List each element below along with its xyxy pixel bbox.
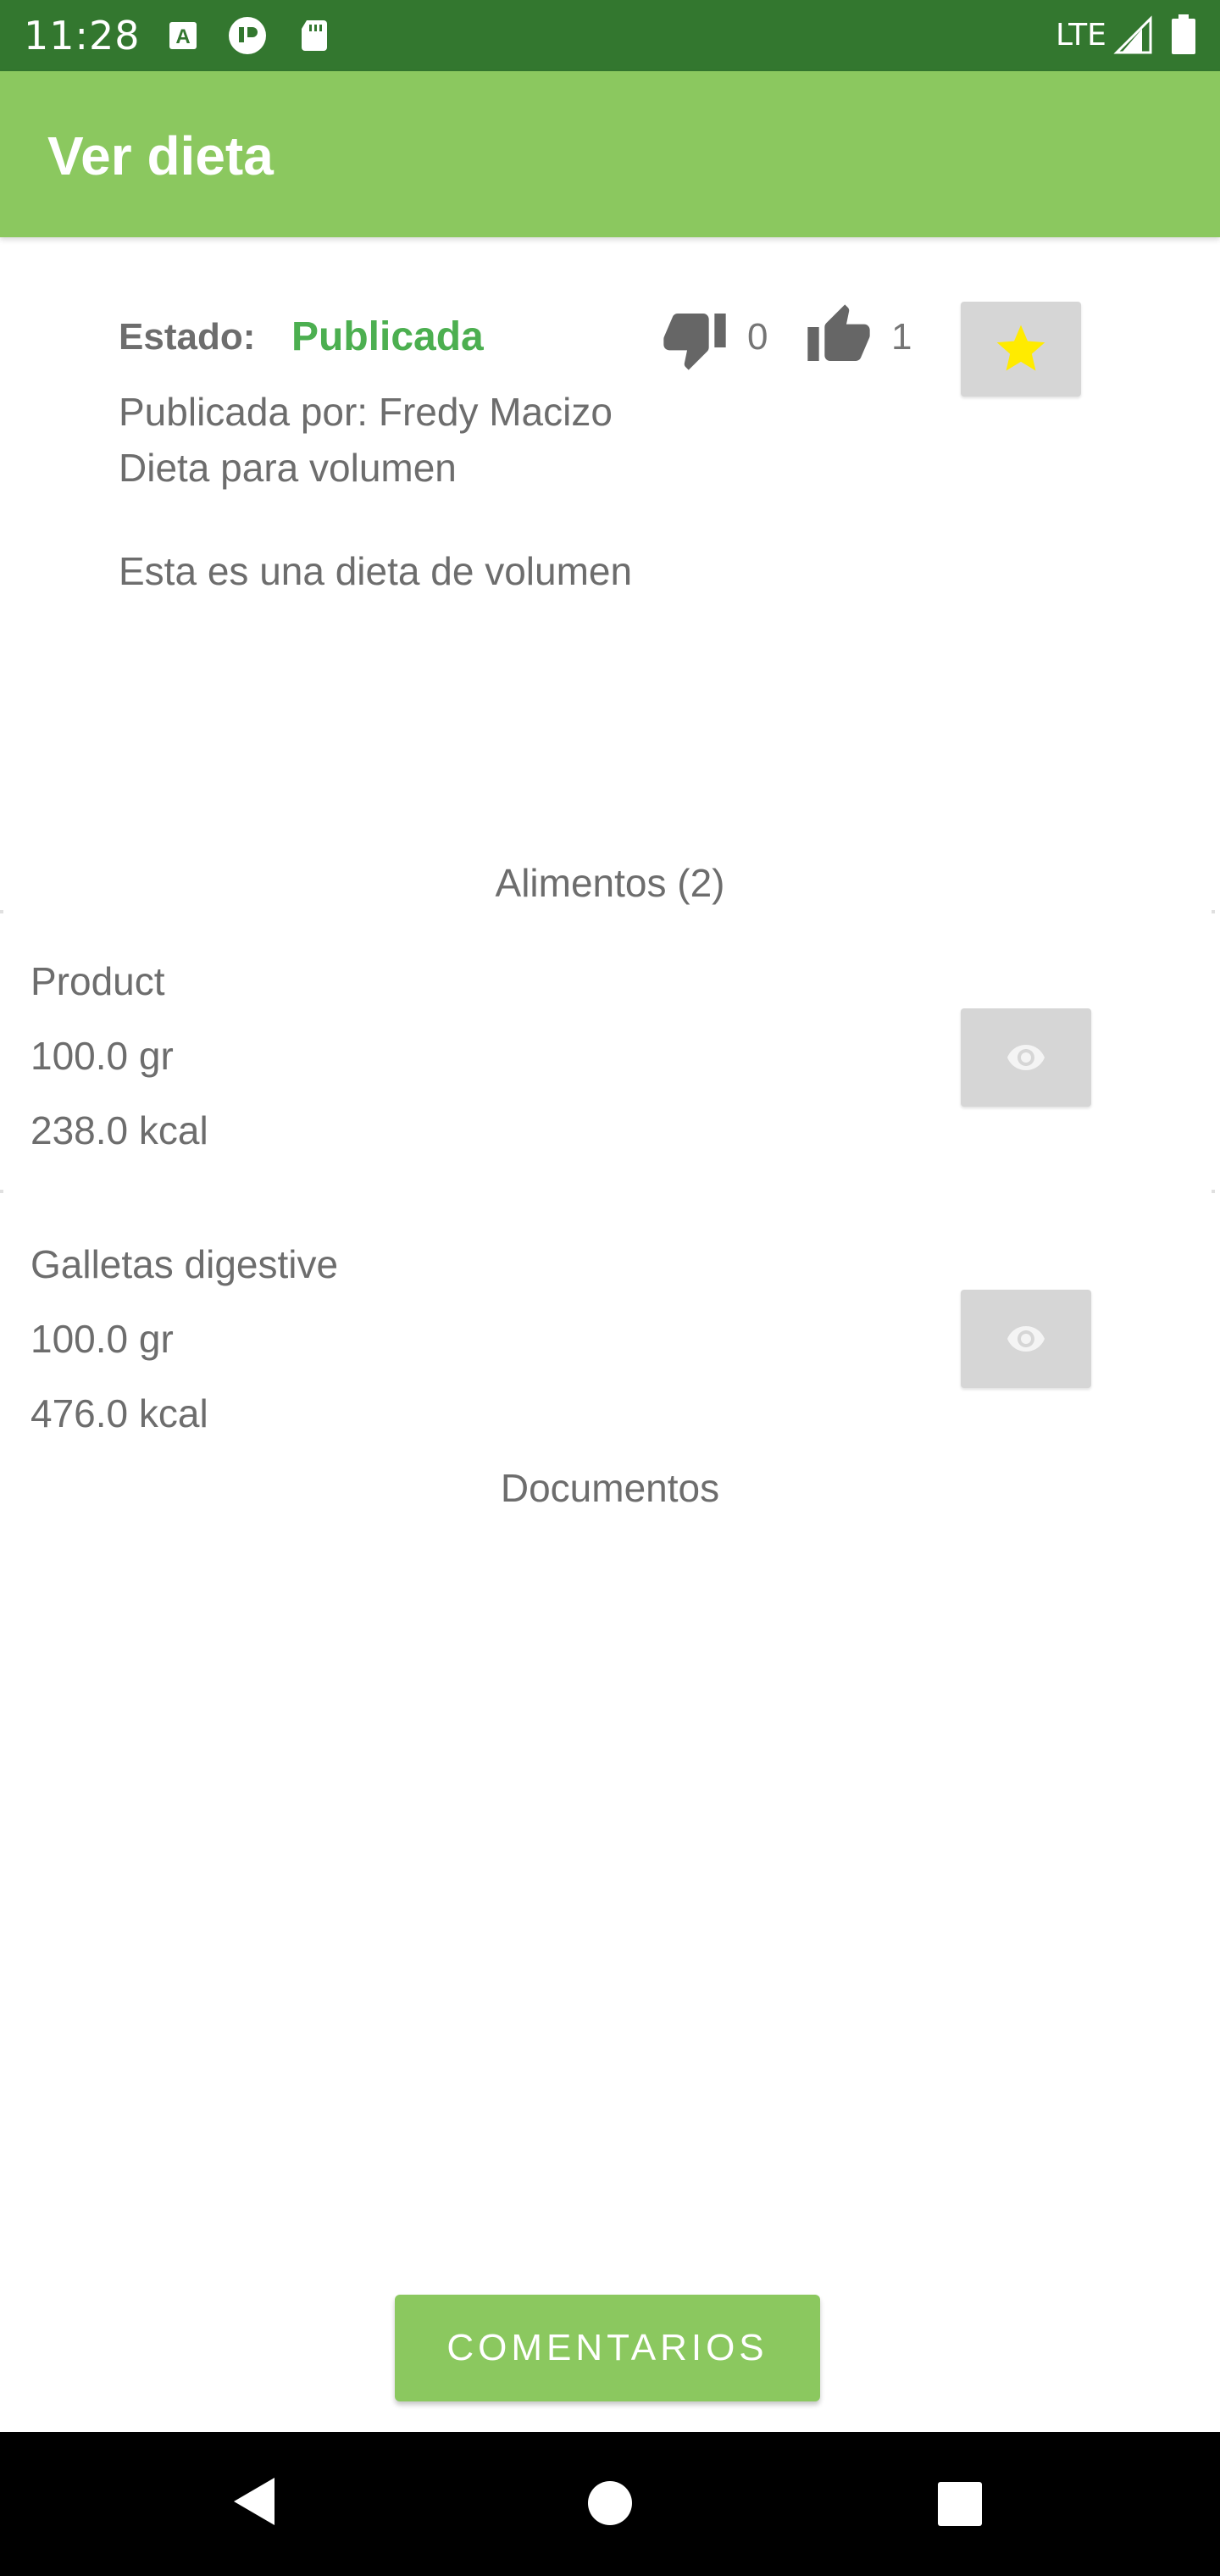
view-food-button[interactable] (961, 1008, 1091, 1107)
comments-button[interactable]: COMENTARIOS (395, 2295, 820, 2401)
food-calories: 238.0 kcal (30, 1108, 208, 1152)
alimentos-title: Alimentos (2) (495, 861, 725, 905)
diet-name: Dieta para volumen (119, 446, 457, 490)
food-name: Product (30, 959, 165, 1003)
divider (0, 910, 3, 913)
svg-text:A: A (175, 25, 190, 48)
back-icon[interactable] (230, 2474, 278, 2532)
sd-card-icon (297, 17, 334, 54)
thumbs-down-icon[interactable] (661, 305, 729, 373)
network-type: LTE (1056, 18, 1106, 53)
battery-icon (1169, 14, 1206, 54)
food-name: Galletas digestive (30, 1242, 339, 1286)
dislike-count: 0 (747, 316, 768, 358)
favorite-button[interactable] (961, 302, 1081, 397)
text-a-icon: A (166, 17, 203, 54)
recents-icon[interactable] (937, 2481, 983, 2530)
food-quantity: 100.0 gr (30, 1317, 174, 1361)
signal-icon (1113, 15, 1152, 54)
like-count: 1 (891, 316, 912, 358)
notification-icon (227, 17, 266, 54)
home-icon[interactable] (586, 2479, 634, 2530)
divider (0, 1190, 3, 1193)
page-title: Ver dieta (47, 125, 274, 186)
eye-icon (1007, 1045, 1045, 1070)
estado-value: Publicada (291, 314, 484, 359)
thumbs-up-icon[interactable] (805, 302, 873, 369)
documentos-title: Documentos (500, 1466, 720, 1510)
navigation-bar (0, 2432, 1220, 2576)
food-quantity: 100.0 gr (30, 1034, 174, 1078)
divider (1212, 910, 1215, 913)
estado-label: Estado: (119, 316, 256, 358)
published-by: Publicada por: Fredy Macizo (119, 390, 613, 434)
divider (1212, 1190, 1215, 1193)
diet-description: Esta es una dieta de volumen (119, 549, 633, 593)
food-calories: 476.0 kcal (30, 1391, 208, 1435)
view-food-button[interactable] (961, 1290, 1091, 1388)
status-time: 11:28 (24, 13, 141, 58)
star-icon (996, 325, 1045, 371)
eye-icon (1007, 1326, 1045, 1352)
app-bar: Ver dieta (0, 71, 1220, 237)
status-bar: 11:28 A LTE (0, 0, 1220, 71)
list-item: Product 100.0 gr 238.0 kcal (0, 956, 1220, 1235)
